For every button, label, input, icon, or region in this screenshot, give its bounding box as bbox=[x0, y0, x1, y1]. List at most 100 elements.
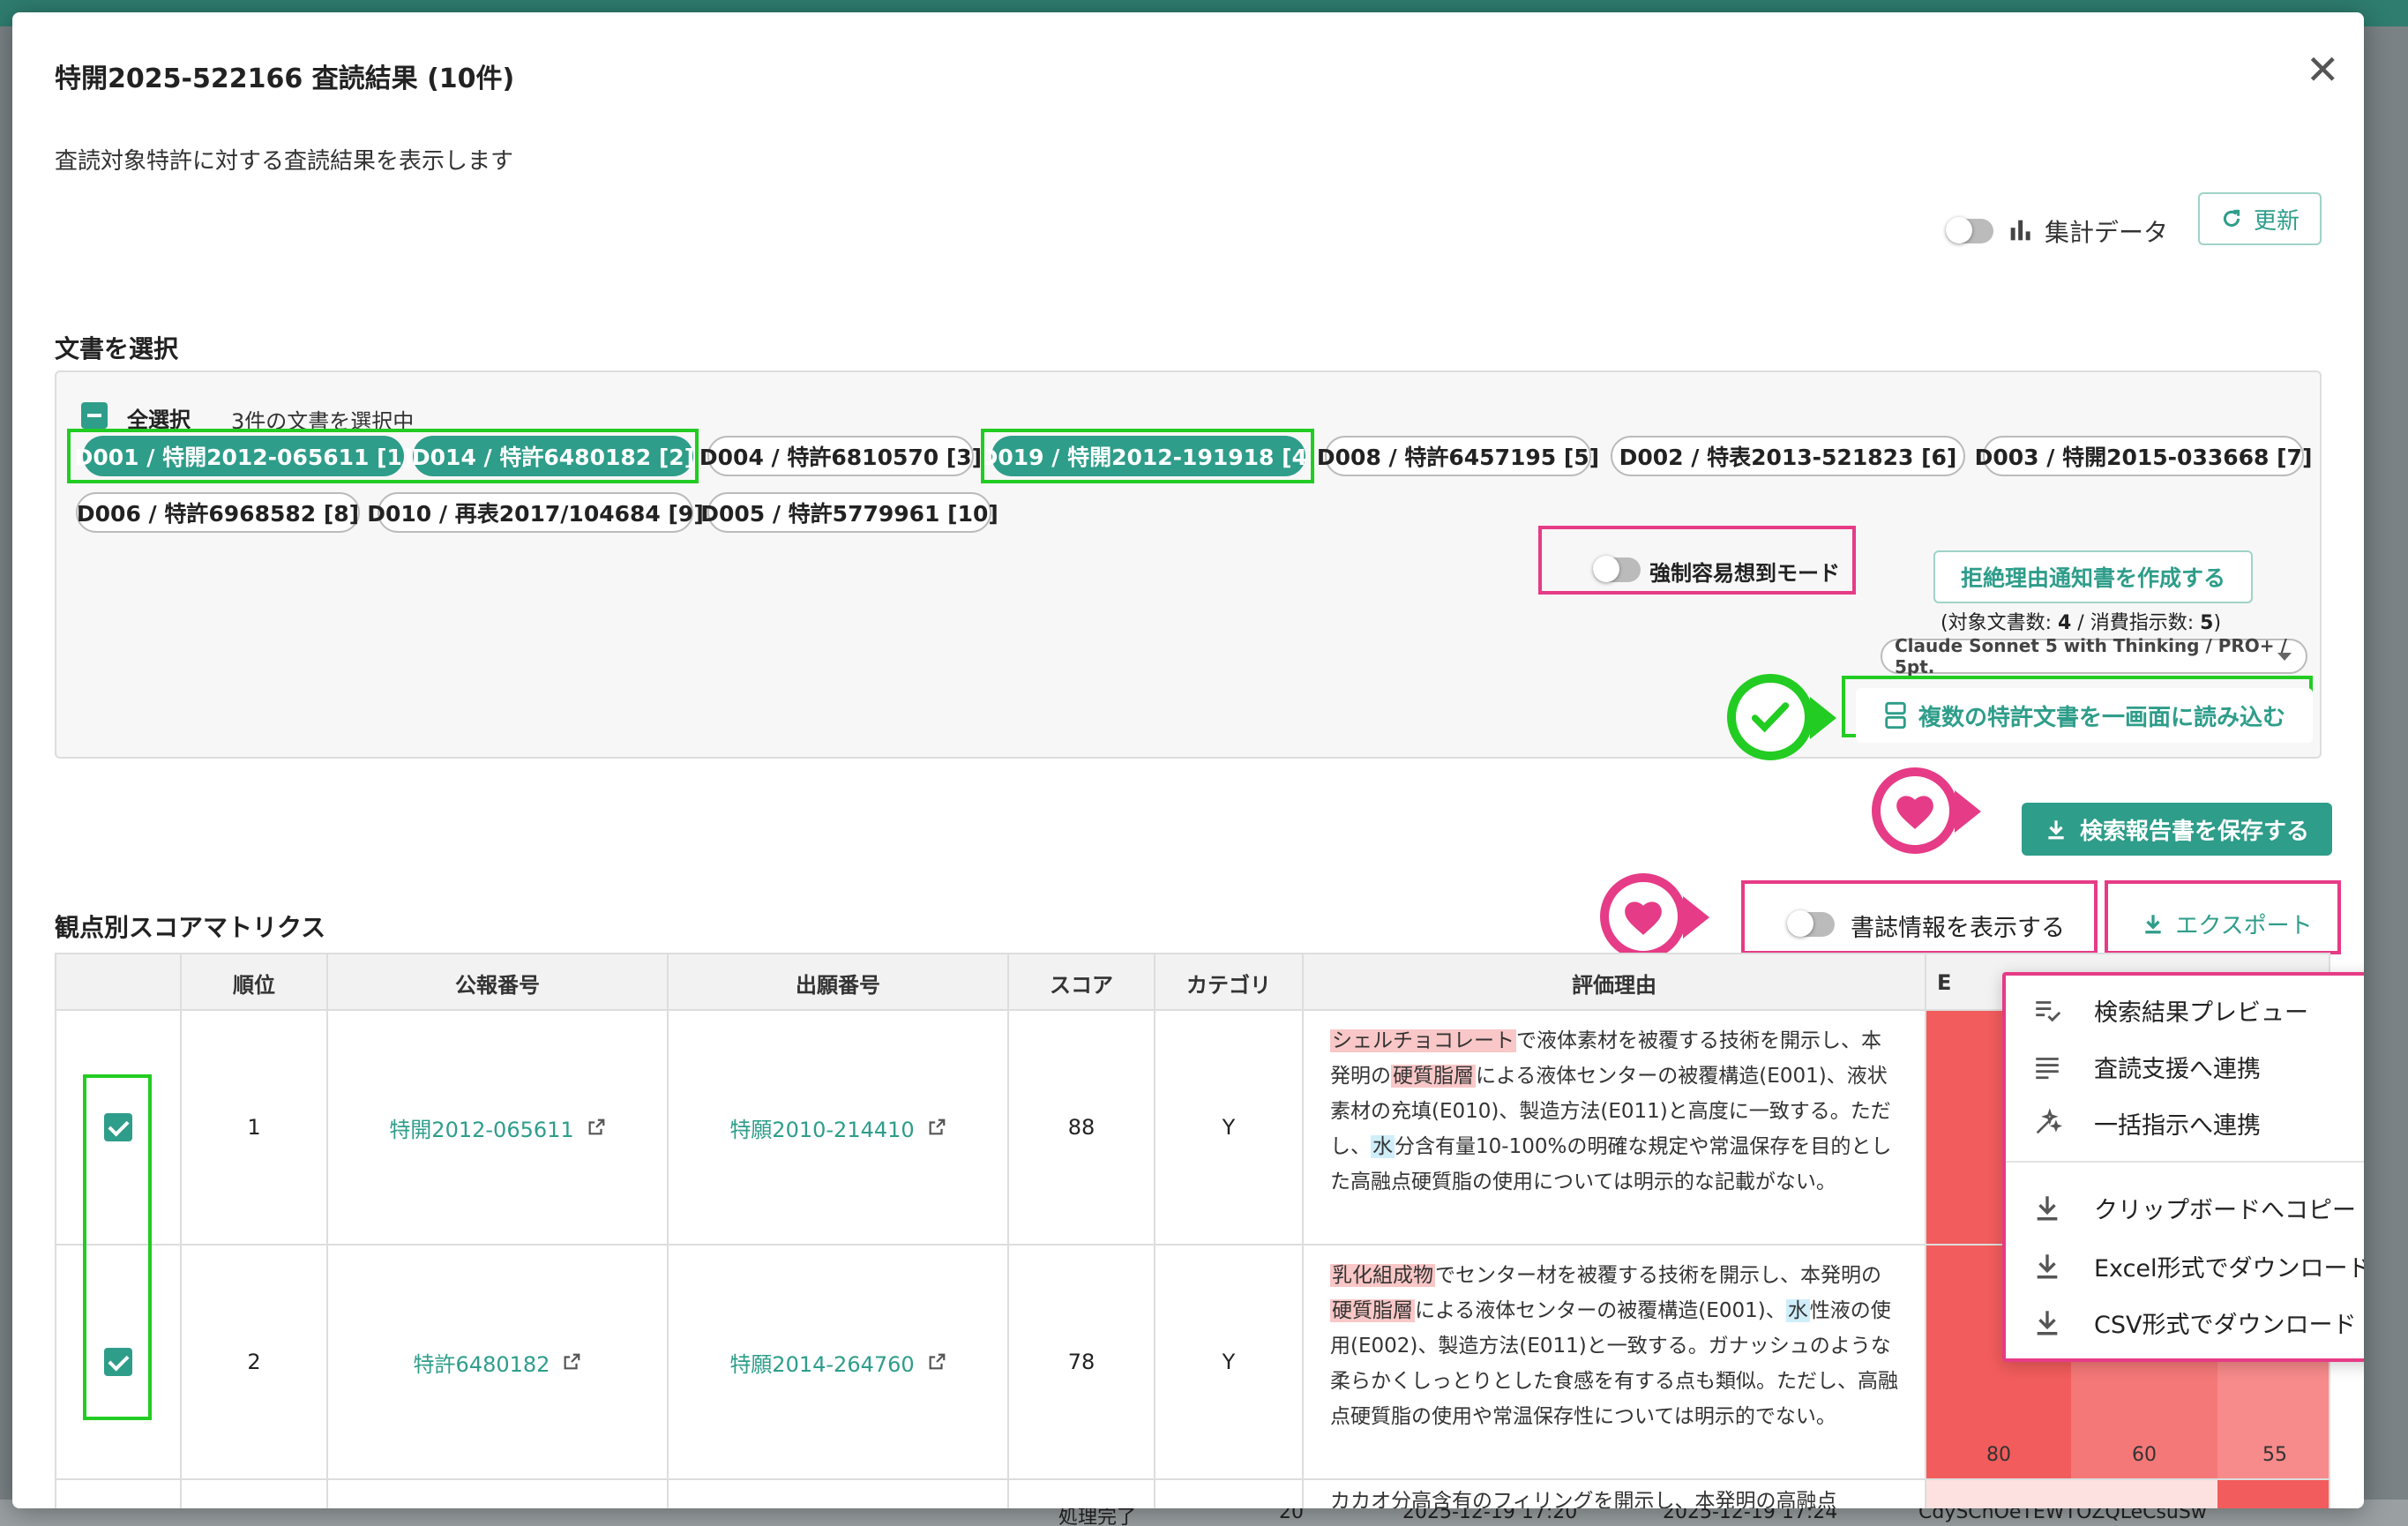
reason-cell: 乳化組成物でセンター材を被覆する技術を開示し、本発明の硬質脂層による液体センター… bbox=[1304, 1245, 1926, 1478]
reason-segment: でセンター材を被覆する技術を開示し、本発明の bbox=[1435, 1264, 1881, 1287]
score-matrix-table: 順位 公報番号 出願番号 スコア カテゴリ 評価理由 E 1 特開2012-06… bbox=[55, 953, 2330, 1508]
reason-cell: カカオ分高含有のフィリングを開示し、本発明の高融点 bbox=[1304, 1480, 1926, 1508]
menu-item-copy-clipboard[interactable]: クリップボードへコピー bbox=[2006, 1182, 2364, 1233]
reason-cell: シェルチョコレートで液体素材を被覆する技術を開示し、本発明の硬質脂層による液体セ… bbox=[1304, 1011, 1926, 1244]
highlighted-term: 硬質脂層 bbox=[1330, 1299, 1415, 1322]
doc-chip[interactable]: D010 / 再表2017/104684 [9] bbox=[367, 492, 704, 533]
heat-cell bbox=[2217, 1480, 2329, 1508]
doc-chip[interactable]: D003 / 特開2015-033668 [7] bbox=[1975, 436, 2312, 476]
highlighted-term: シェルチョコレート bbox=[1330, 1029, 1516, 1052]
pub-no-cell: 特許6480182 bbox=[328, 1245, 669, 1478]
multi-load-label: 複数の特許文書を一画面に読み込む bbox=[1918, 704, 2285, 731]
category-cell bbox=[1155, 1480, 1304, 1508]
highlighted-term: 硬質脂層 bbox=[1391, 1065, 1476, 1088]
reason-segment: 分含有量10-100%の明確な規定や常温保存を目的とした高融点硬質脂の使用につい… bbox=[1330, 1135, 1892, 1193]
external-link-icon bbox=[929, 1118, 946, 1135]
reason-segment: による液体センターの被覆構造(E001)、 bbox=[1415, 1299, 1786, 1322]
menu-item-excel[interactable]: Excel形式でダウンロード bbox=[2006, 1240, 2364, 1291]
model-select[interactable]: Claude Sonnet 5 with Thinking / PRO+ / 5… bbox=[1881, 635, 2307, 677]
highlighted-term: 乳化組成物 bbox=[1330, 1264, 1435, 1287]
review-results-modal: 特開2025-522166 査読結果 (10件) ✕ 査読対象特許に対する査読結… bbox=[12, 12, 2364, 1508]
col-rank[interactable]: 順位 bbox=[182, 954, 328, 1011]
category-cell: Y bbox=[1155, 1245, 1304, 1478]
aggregate-label: 集計データ bbox=[2045, 218, 2169, 247]
external-link-icon bbox=[929, 1353, 946, 1370]
force-mode-label: 強制容易想到モード bbox=[1649, 561, 1840, 586]
download-icon bbox=[2037, 1311, 2058, 1335]
doc-chip[interactable]: D002 / 特表2013-521823 [6] bbox=[1611, 436, 1965, 476]
rank-cell: 1 bbox=[182, 1011, 328, 1244]
col-reason: 評価理由 bbox=[1304, 954, 1926, 1011]
doc-chip[interactable]: D004 / 特許6810570 [3] bbox=[699, 436, 982, 476]
pub-no-cell bbox=[328, 1480, 669, 1508]
doc-select-title: 文書を選択 bbox=[55, 334, 179, 363]
download-icon bbox=[2037, 1196, 2058, 1221]
score-cell bbox=[1009, 1480, 1155, 1508]
list-icon bbox=[2036, 1058, 2059, 1080]
multi-doc-load-button[interactable]: 複数の特許文書を一画面に読み込む bbox=[1856, 688, 2313, 743]
matrix-title: 観点別スコアマトリクス bbox=[55, 913, 326, 942]
app-no-link[interactable]: 特願2010-214410 bbox=[729, 1112, 946, 1143]
download-icon bbox=[2145, 915, 2162, 934]
refresh-label: 更新 bbox=[2253, 207, 2300, 235]
force-mode-toggle[interactable] bbox=[1593, 556, 1641, 582]
app-no-cell: 特願2014-264760 bbox=[669, 1245, 1009, 1478]
rank-cell bbox=[182, 1480, 328, 1508]
badge-pointer bbox=[1683, 896, 1709, 939]
rejection-note: (対象文書数: 4 / 消費指示数: 5) bbox=[1941, 612, 2222, 634]
app-no-cell: 特願2010-214410 bbox=[669, 1011, 1009, 1244]
export-button[interactable]: エクスポート bbox=[2120, 898, 2334, 949]
external-link-icon bbox=[588, 1118, 605, 1135]
table-row: 2 特許6480182 特願2014-264760 78 Y 乳化組成物でセンタ… bbox=[56, 1245, 2329, 1480]
row-checkbox-cell bbox=[56, 1480, 182, 1508]
menu-item-csv[interactable]: CSV形式でダウンロード bbox=[2006, 1297, 2364, 1348]
col-app-no[interactable]: 出願番号 bbox=[669, 954, 1009, 1011]
app-no-link[interactable]: 特願2014-264760 bbox=[729, 1347, 946, 1378]
heart-badge-icon bbox=[1600, 873, 1686, 960]
highlight-selected-chips-2 bbox=[981, 429, 1314, 483]
menu-divider bbox=[2006, 1161, 2364, 1163]
score-cell: 78 bbox=[1009, 1245, 1155, 1478]
table-row: 1 特開2012-065611 特願2010-214410 88 Y シェルチョ… bbox=[56, 1011, 2329, 1245]
highlighted-term: 水 bbox=[1785, 1299, 1810, 1322]
heat-cell bbox=[1926, 1480, 2071, 1508]
heart-badge-icon bbox=[1872, 767, 1958, 854]
pub-no-cell: 特開2012-065611 bbox=[328, 1011, 669, 1244]
download-icon bbox=[2048, 820, 2064, 840]
bar-chart-icon bbox=[2010, 220, 2030, 241]
close-icon[interactable]: ✕ bbox=[2306, 49, 2340, 90]
sparkle-icon bbox=[2036, 1108, 2062, 1134]
highlight-selected-chips-1 bbox=[67, 429, 699, 483]
save-report-button[interactable]: 検索報告書を保存する bbox=[2022, 803, 2332, 856]
biblio-toggle[interactable] bbox=[1787, 910, 1835, 937]
pub-no-link[interactable]: 特開2012-065611 bbox=[389, 1112, 605, 1143]
select-all-checkbox[interactable] bbox=[81, 402, 108, 429]
pub-no-link[interactable]: 特許6480182 bbox=[414, 1347, 582, 1378]
doc-chip[interactable]: D008 / 特許6457195 [5] bbox=[1317, 436, 1599, 476]
category-cell: Y bbox=[1155, 1011, 1304, 1244]
col-select bbox=[56, 954, 182, 1011]
export-menu: 検索結果プレビュー 査読支援へ連携 一括指示へ連携 クリップボードへコピー Ex… bbox=[2002, 972, 2364, 1362]
col-category[interactable]: カテゴリ bbox=[1155, 954, 1304, 1011]
col-score[interactable]: スコア bbox=[1009, 954, 1155, 1011]
table-row: カカオ分高含有のフィリングを開示し、本発明の高融点 bbox=[56, 1480, 2329, 1508]
save-report-label: 検索報告書を保存する bbox=[2079, 818, 2309, 845]
menu-item-preview[interactable]: 検索結果プレビュー bbox=[2006, 984, 2364, 1036]
aggregate-toggle[interactable] bbox=[1946, 217, 1993, 243]
badge-pointer bbox=[1810, 697, 1836, 739]
table-header: 順位 公報番号 出願番号 スコア カテゴリ 評価理由 E bbox=[56, 954, 2329, 1011]
menu-item-bulk-instruction[interactable]: 一括指示へ連携 bbox=[2006, 1097, 2364, 1148]
highlighted-term: 水 bbox=[1371, 1135, 1395, 1158]
export-label: エクスポート bbox=[2175, 912, 2313, 939]
menu-item-review-support[interactable]: 査読支援へ連携 bbox=[2006, 1041, 2364, 1092]
create-rejection-notice-button[interactable]: 拒絶理由通知書を作成する bbox=[1933, 550, 2253, 603]
biblio-label: 書誌情報を表示する bbox=[1851, 915, 2065, 942]
reason-segment: カカオ分高含有のフィリングを開示し、本発明の高融点 bbox=[1330, 1490, 1837, 1508]
external-link-icon bbox=[565, 1353, 580, 1370]
refresh-button[interactable]: 更新 bbox=[2198, 192, 2322, 245]
col-pub-no[interactable]: 公報番号 bbox=[328, 954, 669, 1011]
doc-chip[interactable]: D006 / 特許6968582 [8] bbox=[76, 492, 360, 533]
doc-chip[interactable]: D005 / 特許5779961 [10] bbox=[700, 492, 998, 533]
playlist-check-icon bbox=[2036, 1001, 2061, 1022]
caret-down-icon bbox=[2277, 653, 2292, 661]
